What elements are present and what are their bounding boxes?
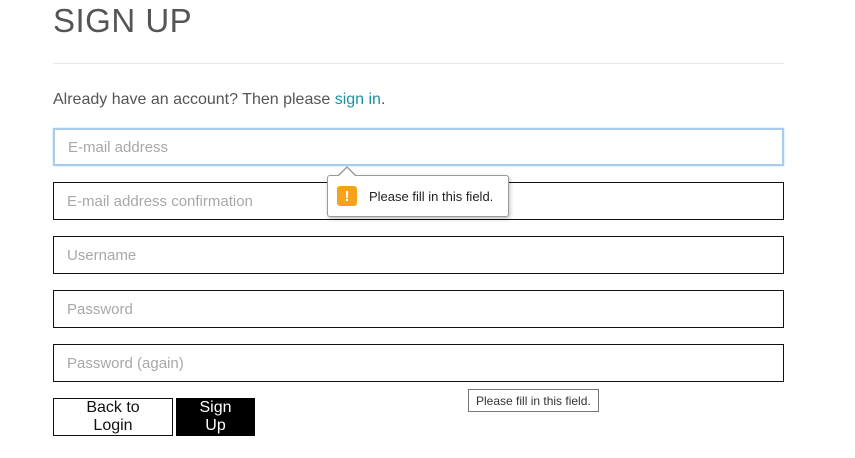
password-input[interactable] xyxy=(53,290,784,328)
title-divider xyxy=(53,63,784,64)
warning-icon: ! xyxy=(337,186,357,206)
validation-bubble-arrow-fill xyxy=(339,168,355,176)
page-title: SIGN UP xyxy=(53,2,193,39)
back-to-login-button[interactable]: Back to Login xyxy=(53,398,173,436)
sign-up-button[interactable]: Sign Up xyxy=(176,398,255,436)
email-input[interactable] xyxy=(53,128,784,166)
password-again-input[interactable] xyxy=(53,344,784,382)
validation-message: Please fill in this field. xyxy=(369,188,494,204)
username-input[interactable] xyxy=(53,236,784,274)
validation-tooltip: Please fill in this field. xyxy=(468,389,599,412)
signin-prompt-period: . xyxy=(380,91,386,108)
signup-page: SIGN UP Already have an account? Then pl… xyxy=(0,0,855,458)
signin-prompt: Already have an account? Then please sig… xyxy=(53,91,385,109)
signin-link[interactable]: sign in xyxy=(335,91,381,108)
validation-bubble: ! Please fill in this field. xyxy=(327,175,509,217)
signin-prompt-text: Already have an account? Then please xyxy=(53,91,335,108)
